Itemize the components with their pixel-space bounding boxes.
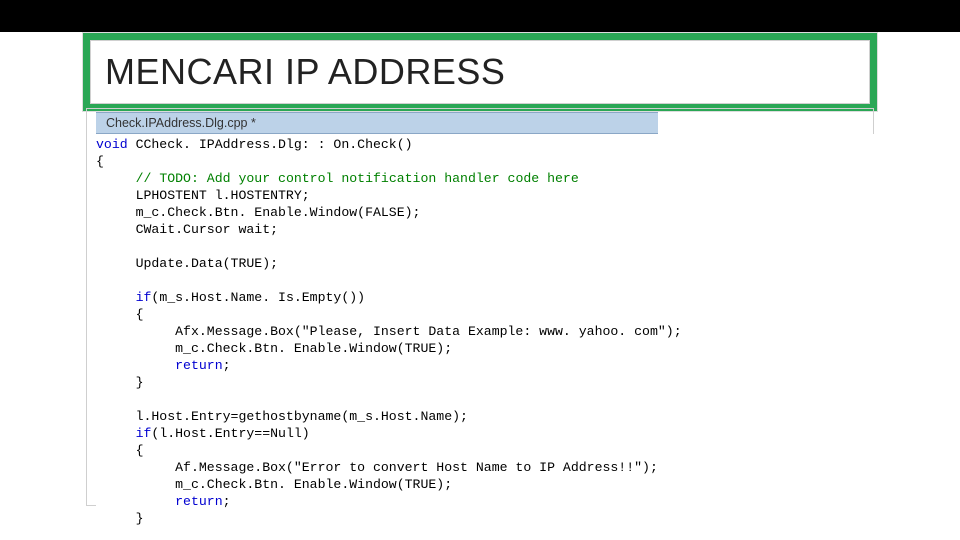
code-token: return	[175, 358, 222, 373]
code-token: if	[136, 290, 152, 305]
code-token: CCheck. IPAddress.Dlg: : On.Check()	[128, 137, 413, 152]
code-token: }	[96, 375, 143, 390]
slide-title: MENCARI IP ADDRESS	[105, 51, 505, 93]
code-token: (l.Host.Entry==Null)	[151, 426, 309, 441]
code-token	[96, 494, 175, 509]
code-token: l.Host.Entry=gethostbyname(m_s.Host.Name…	[96, 409, 468, 424]
code-token: Af.Message.Box("Error to convert Host Na…	[96, 460, 658, 475]
code-token: // TODO: Add your control notification h…	[136, 171, 579, 186]
code-token: {	[96, 443, 143, 458]
file-tab-strip: Check.IPAddress.Dlg.cpp *	[96, 112, 658, 134]
code-token: m_c.Check.Btn. Enable.Window(FALSE);	[96, 205, 420, 220]
code-token: (m_s.Host.Name. Is.Empty())	[151, 290, 365, 305]
file-tab-label: Check.IPAddress.Dlg.cpp *	[106, 116, 256, 130]
code-token: m_c.Check.Btn. Enable.Window(TRUE);	[96, 341, 452, 356]
code-token: return	[175, 494, 222, 509]
code-token: ;	[223, 494, 231, 509]
code-token: ;	[223, 358, 231, 373]
code-token: {	[96, 307, 143, 322]
code-token: }	[96, 511, 143, 526]
code-token: Afx.Message.Box("Please, Insert Data Exa…	[96, 324, 682, 339]
code-token	[96, 426, 136, 441]
code-token	[96, 171, 136, 186]
code-token: void	[96, 137, 128, 152]
top-black-bar	[0, 0, 960, 32]
code-listing: void CCheck. IPAddress.Dlg: : On.Check()…	[96, 134, 916, 534]
code-token: CWait.Cursor wait;	[96, 222, 278, 237]
code-token: if	[136, 426, 152, 441]
title-container: MENCARI IP ADDRESS	[90, 40, 870, 104]
code-token	[96, 358, 175, 373]
code-token: m_c.Check.Btn. Enable.Window(TRUE);	[96, 477, 452, 492]
code-token: {	[96, 154, 104, 169]
code-token: LPHOSTENT l.HOSTENTRY;	[96, 188, 310, 203]
slide-stage: MENCARI IP ADDRESS Check.IPAddress.Dlg.c…	[0, 0, 960, 540]
code-token	[96, 290, 136, 305]
code-token: Update.Data(TRUE);	[96, 256, 278, 271]
